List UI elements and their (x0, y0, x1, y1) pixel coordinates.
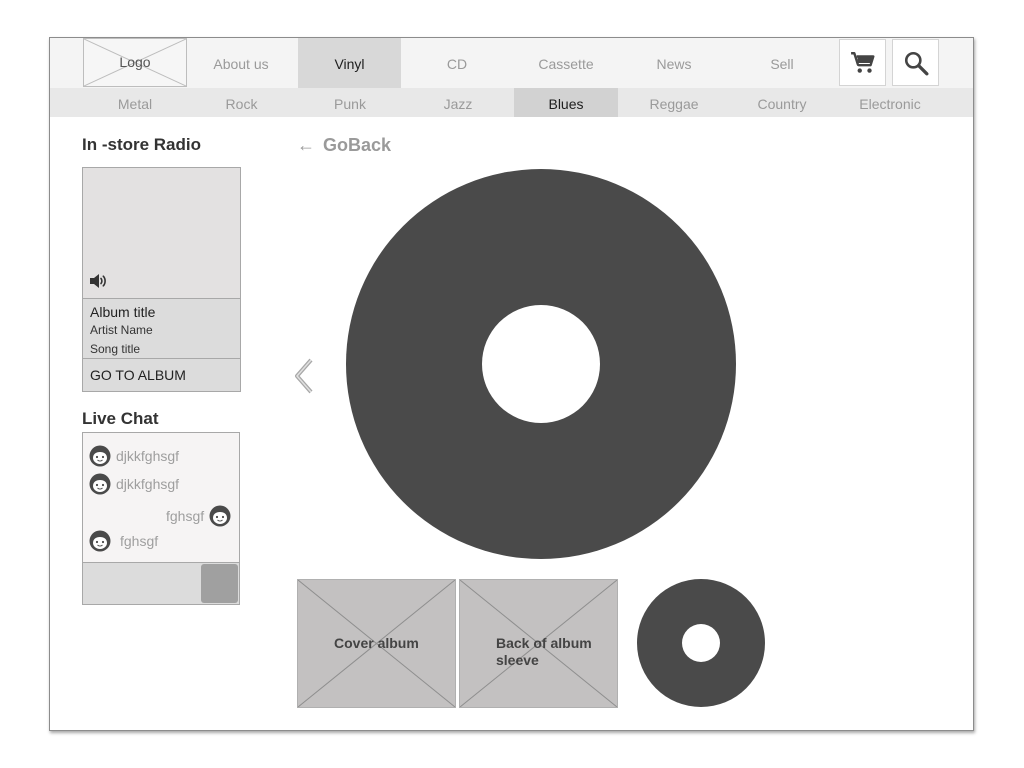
user-avatar-icon (209, 505, 231, 527)
genre-jazz[interactable]: Jazz (405, 88, 511, 117)
chat-message-text: fghsgf (120, 533, 159, 549)
vinyl-record-thumbnail[interactable] (637, 579, 765, 707)
genre-rock[interactable]: Rock (189, 88, 294, 117)
back-arrow-icon: ← (297, 135, 315, 155)
nav-about-us[interactable]: About us (187, 38, 295, 88)
cart-button[interactable] (839, 39, 886, 86)
nav-cd[interactable]: CD (403, 38, 511, 88)
chat-message-text: djkkfghsgf (116, 448, 180, 464)
genre-electronic[interactable]: Electronic (836, 88, 944, 117)
live-chat: djkkfghsgf djkkfghsgf fghsgf fghsgf (82, 432, 240, 605)
previous-arrow-icon[interactable] (293, 358, 315, 394)
genre-reggae[interactable]: Reggae (620, 88, 728, 117)
go-back-label: GoBack (323, 135, 392, 155)
genre-country[interactable]: Country (728, 88, 836, 117)
vinyl-record (346, 169, 736, 559)
back-sleeve-thumbnail[interactable]: Back of album sleeve (459, 579, 618, 708)
page-frame: Logo About us Vinyl CD Cassette News Sel… (49, 37, 974, 731)
back-sleeve-caption: Back of album sleeve (496, 635, 592, 668)
chat-message: djkkfghsgf (89, 445, 209, 469)
cover-album-thumbnail[interactable]: Cover album (297, 579, 456, 708)
radio-artist-name: Artist Name (90, 323, 153, 337)
chat-heading: Live Chat (82, 409, 159, 428)
speaker-icon[interactable] (89, 273, 107, 289)
chat-message: djkkfghsgf (89, 473, 209, 497)
logo-text: Logo (119, 54, 151, 70)
chat-send-button[interactable] (201, 564, 238, 603)
logo[interactable]: Logo (83, 38, 187, 87)
chat-message-text: fghsgf (166, 508, 205, 524)
radio-album-art (83, 168, 240, 299)
chat-input[interactable] (83, 562, 239, 604)
search-icon (904, 51, 929, 76)
user-avatar-icon (89, 445, 111, 467)
genre-navigation: Metal Rock Punk Jazz Blues Reggae Countr… (50, 88, 973, 117)
chat-message: fghsgf (89, 530, 209, 554)
vinyl-record-thumbnail-hole (682, 624, 720, 662)
user-avatar-icon (89, 530, 111, 552)
cart-icon (851, 52, 875, 73)
radio-track-info: Album title Artist Name Song title (83, 299, 240, 359)
genre-metal[interactable]: Metal (81, 88, 189, 117)
genre-blues[interactable]: Blues (514, 88, 618, 117)
go-back-link[interactable]: ← GoBack (297, 135, 391, 156)
search-button[interactable] (892, 39, 939, 86)
genre-punk[interactable]: Punk (297, 88, 403, 117)
chat-message-text: djkkfghsgf (116, 476, 180, 492)
radio-album-title: Album title (90, 304, 156, 320)
radio-song-title: Song title (90, 342, 141, 356)
cover-album-caption: Cover album (334, 635, 419, 651)
nav-cassette[interactable]: Cassette (511, 38, 621, 88)
nav-news[interactable]: News (621, 38, 727, 88)
user-avatar-icon (89, 473, 111, 495)
top-navigation: Logo About us Vinyl CD Cassette News Sel… (50, 38, 973, 88)
nav-sell[interactable]: Sell (727, 38, 837, 88)
vinyl-record-hole (482, 305, 600, 423)
radio-player: Album title Artist Name Song title GO TO… (82, 167, 241, 392)
radio-heading: In -store Radio (82, 135, 202, 154)
go-to-album-button[interactable]: GO TO ALBUM (83, 360, 240, 391)
chat-message: fghsgf (163, 505, 235, 529)
nav-vinyl[interactable]: Vinyl (298, 38, 401, 88)
